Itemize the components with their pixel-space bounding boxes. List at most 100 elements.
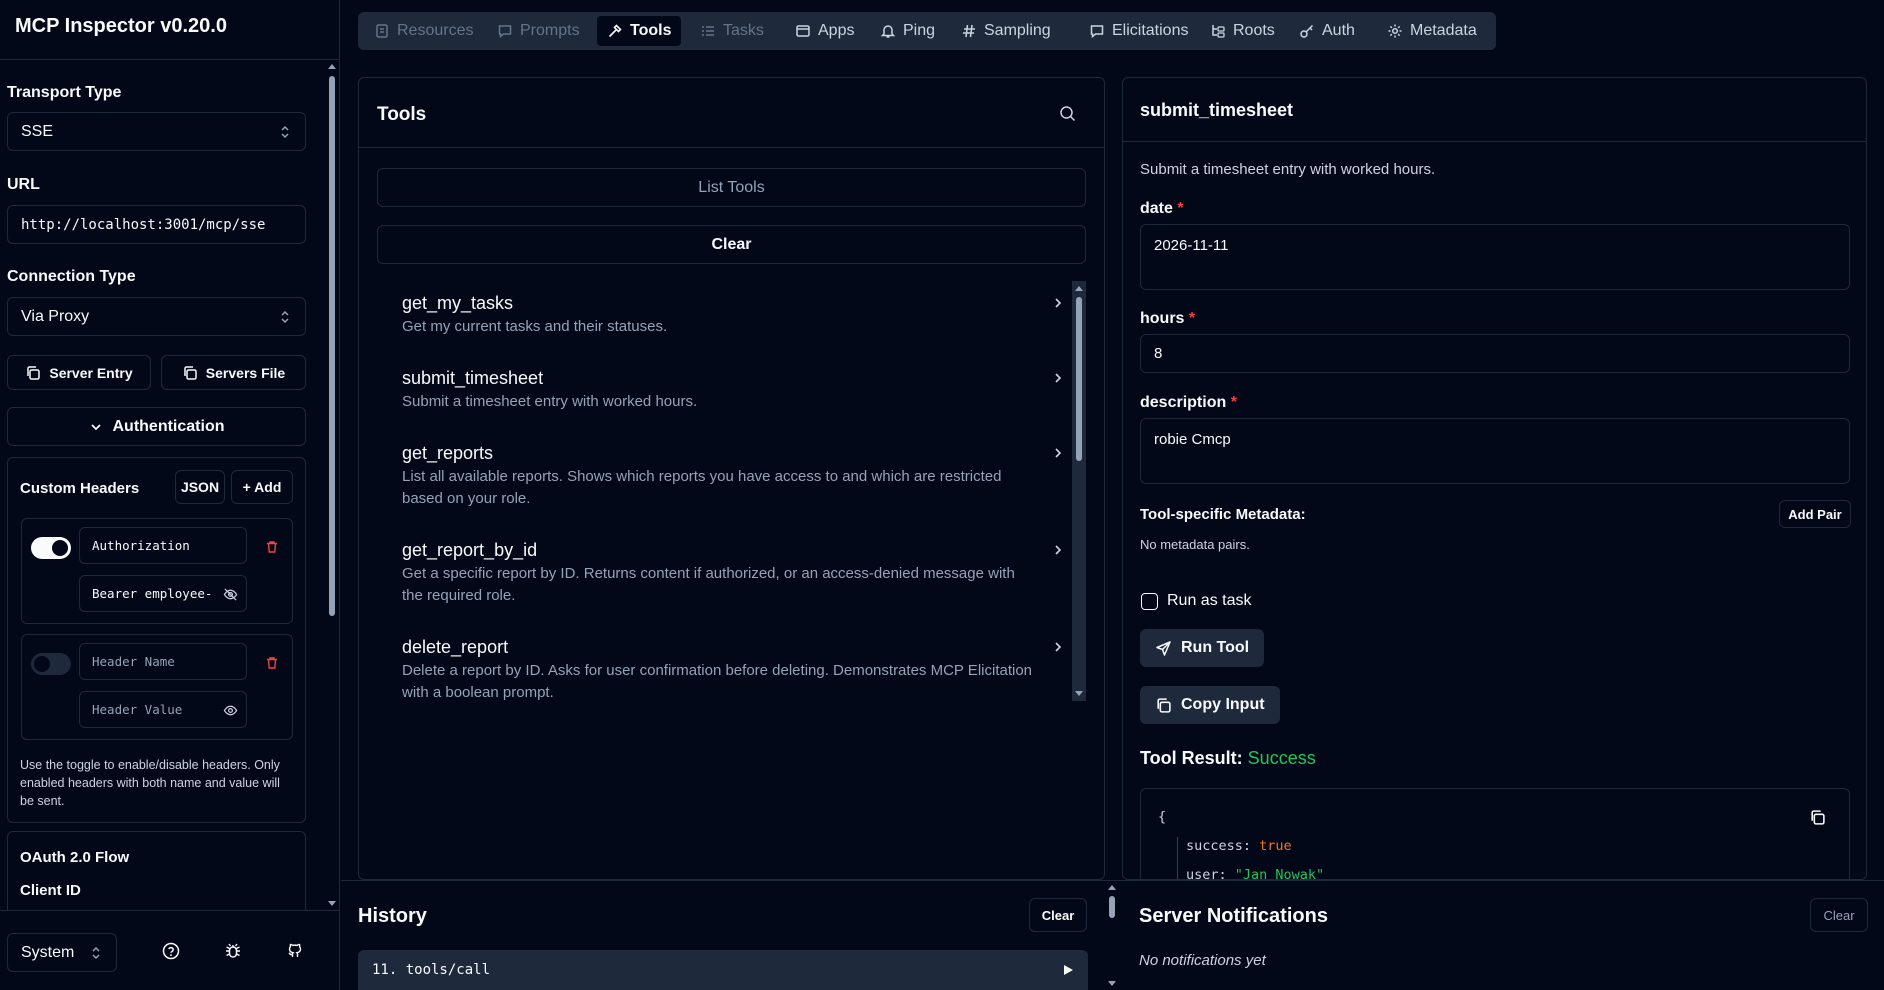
transport-type-value: SSE	[21, 122, 54, 140]
tab-resources[interactable]: Resources	[364, 16, 483, 46]
app-window-icon	[796, 25, 810, 37]
custom-headers-panel: Custom Headers JSON + Add Authorization …	[7, 457, 306, 823]
tool-detail-title: submit_timesheet	[1140, 100, 1294, 120]
github-icon[interactable]	[286, 942, 304, 960]
copy-icon[interactable]	[1809, 809, 1826, 826]
tool-description: Delete a report by ID. Asks for user con…	[402, 662, 1033, 701]
tool-name: get_my_tasks	[402, 293, 514, 313]
oauth-title: OAuth 2.0 Flow	[20, 849, 130, 866]
bug-icon[interactable]	[224, 942, 242, 960]
run-as-task-label[interactable]: Run as task	[1167, 592, 1251, 610]
header-name-input[interactable]: Authorization	[79, 527, 247, 564]
description-input[interactable]: robie Cmcp	[1140, 418, 1850, 484]
json-button[interactable]: JSON	[175, 470, 225, 504]
authentication-toggle-button[interactable]: Authentication	[7, 407, 306, 446]
tool-list: get_my_tasks Get my current tasks and th…	[377, 281, 1070, 701]
key-icon	[1300, 24, 1314, 38]
tab-ping[interactable]: Ping	[870, 16, 945, 46]
url-input[interactable]: http://localhost:3001/mcp/sse	[7, 205, 306, 244]
theme-select[interactable]: System	[7, 933, 117, 972]
list-tools-button[interactable]: List Tools	[377, 168, 1086, 207]
tab-sampling[interactable]: Sampling	[951, 16, 1061, 46]
tool-detail-header: submit_timesheet	[1123, 78, 1866, 142]
tool-item-get-my-tasks[interactable]: get_my_tasks Get my current tasks and th…	[377, 281, 1070, 351]
help-circle-icon[interactable]	[162, 942, 180, 960]
tab-resources-label: Resources	[397, 22, 474, 39]
send-icon	[1156, 640, 1171, 656]
notifications-clear-button[interactable]: Clear	[1810, 898, 1868, 932]
tab-apps[interactable]: Apps	[785, 16, 864, 46]
tab-tools[interactable]: Tools	[597, 16, 682, 46]
folder-tree-icon	[1212, 25, 1225, 38]
tab-tasks-label: Tasks	[723, 22, 764, 39]
tab-tasks[interactable]: Tasks	[690, 16, 774, 46]
header-value-input[interactable]: Header Value	[79, 691, 247, 728]
history-item[interactable]: 11. tools/call	[358, 950, 1088, 990]
server-entry-label: Server Entry	[49, 364, 133, 381]
tool-result-label: Tool Result: Success	[1140, 748, 1316, 769]
tab-elicitations[interactable]: Elicitations	[1079, 16, 1198, 46]
connection-type-value: Via Proxy	[21, 307, 90, 325]
hash-icon	[963, 24, 975, 38]
hours-input[interactable]: 8	[1140, 334, 1850, 373]
header-name-input[interactable]: Header Name	[79, 643, 247, 680]
date-label-text: date	[1140, 200, 1173, 217]
json-success-line: success: true	[1186, 838, 1292, 854]
tab-tools-label: Tools	[630, 22, 672, 39]
date-input[interactable]: 2026-11-11	[1140, 224, 1850, 290]
sidebar-scrollbar[interactable]	[326, 60, 338, 910]
chevron-right-icon	[1055, 448, 1062, 458]
chevron-right-icon	[1055, 545, 1062, 555]
clear-tools-button[interactable]: Clear	[377, 225, 1086, 264]
tool-result-box: { success: true user: "Jan Nowak"	[1140, 788, 1850, 879]
tool-item-get-report-by-id[interactable]: get_report_by_id Get a specific report b…	[377, 527, 1070, 622]
tool-list-scrollbar[interactable]	[1072, 281, 1086, 701]
server-entry-button[interactable]: Server Entry	[7, 355, 151, 390]
trash-icon[interactable]	[265, 540, 279, 554]
transport-type-select[interactable]: SSE	[7, 112, 306, 151]
chevron-right-icon	[1055, 298, 1062, 308]
server-notifications-title: Server Notifications	[1139, 905, 1328, 927]
tab-roots[interactable]: Roots	[1200, 16, 1285, 46]
trash-icon[interactable]	[265, 656, 279, 670]
tool-name: get_report_by_id	[402, 540, 538, 560]
json-user-line: user: "Jan Nowak"	[1186, 867, 1324, 879]
run-as-task-checkbox[interactable]	[1141, 593, 1158, 610]
tab-metadata[interactable]: Metadata	[1377, 16, 1487, 46]
authentication-label: Authentication	[112, 417, 225, 435]
header-enabled-toggle[interactable]	[31, 537, 71, 559]
tools-header: Tools	[359, 78, 1104, 148]
tool-item-get-reports[interactable]: get_reports List all available reports. …	[377, 430, 1070, 525]
add-header-button[interactable]: + Add	[231, 470, 293, 504]
header-enabled-toggle[interactable]	[31, 653, 71, 675]
connection-type-select[interactable]: Via Proxy	[7, 297, 306, 336]
tab-elicitations-label: Elicitations	[1112, 22, 1189, 39]
copy-input-button[interactable]: Copy Input	[1140, 686, 1280, 724]
header-value-input[interactable]: Bearer employee-	[79, 575, 247, 612]
history-clear-button[interactable]: Clear	[1029, 898, 1087, 932]
tab-auth[interactable]: Auth	[1289, 16, 1365, 46]
eye-icon[interactable]	[223, 703, 238, 718]
eye-off-icon[interactable]	[223, 587, 238, 602]
tools-panel: Tools List Tools Clear get_my_tasks Get …	[358, 77, 1105, 880]
tab-prompts[interactable]: Prompts	[487, 16, 590, 46]
tool-result-label-text: Tool Result:	[1140, 748, 1243, 768]
hours-label-text: hours	[1140, 310, 1185, 327]
chevron-down-icon	[90, 423, 101, 430]
search-icon[interactable]	[1059, 105, 1076, 122]
add-pair-button[interactable]: Add Pair	[1779, 500, 1851, 528]
tools-title: Tools	[377, 104, 427, 125]
hammer-icon	[608, 24, 622, 38]
run-tool-button[interactable]: Run Tool	[1140, 629, 1265, 667]
copy-icon	[27, 365, 41, 380]
sidebar: MCP Inspector v0.20.0 Transport Type SSE…	[0, 0, 340, 990]
play-icon[interactable]	[1062, 964, 1074, 976]
tool-item-delete-report[interactable]: delete_report Delete a report by ID. Ask…	[377, 624, 1070, 701]
list-icon	[702, 26, 714, 36]
tab-sampling-label: Sampling	[984, 22, 1051, 39]
history-scrollbar[interactable]	[1106, 881, 1118, 990]
servers-file-button[interactable]: Servers File	[161, 355, 306, 390]
required-marker: *	[1188, 310, 1196, 327]
tool-item-submit-timesheet[interactable]: submit_timesheet Submit a timesheet entr…	[377, 355, 1070, 425]
notifications-empty-text: No notifications yet	[1139, 952, 1266, 969]
